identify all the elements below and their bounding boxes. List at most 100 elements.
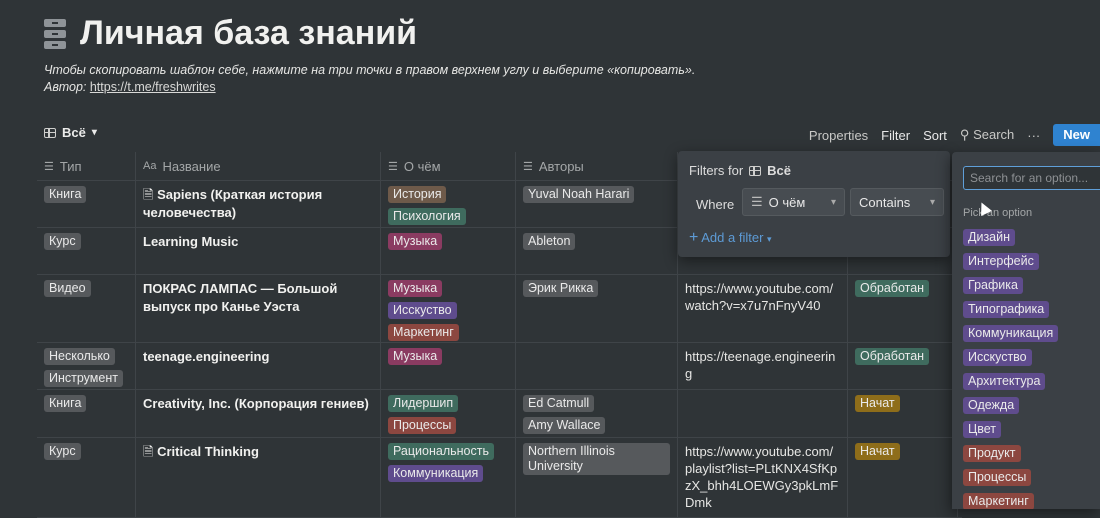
- properties-button[interactable]: Properties: [809, 128, 868, 143]
- document-icon: 🗎: [143, 187, 158, 202]
- option-item[interactable]: Графика: [963, 276, 1058, 300]
- status-cell[interactable]: Начат: [848, 389, 958, 437]
- name-cell[interactable]: Learning Music: [136, 227, 381, 274]
- url-cell[interactable]: https://www.youtube.com/playlist?list=PL…: [678, 437, 848, 517]
- new-button[interactable]: New: [1053, 124, 1100, 146]
- option-item[interactable]: Исскуство: [963, 348, 1058, 372]
- filter-property-select[interactable]: ☰ О чём ▾: [742, 188, 845, 216]
- about-cell[interactable]: Музыка: [381, 342, 516, 389]
- type-tag: Видео: [44, 280, 91, 297]
- column-type-header[interactable]: ☰ Тип: [37, 152, 136, 180]
- about-cell[interactable]: Музыка: [381, 227, 516, 274]
- option-item[interactable]: Процессы: [963, 468, 1058, 492]
- topic-tag: Музыка: [388, 348, 443, 365]
- column-authors-header[interactable]: ☰ Авторы: [516, 152, 678, 180]
- option-tag: Дизайн: [963, 229, 1016, 246]
- type-cell[interactable]: Несколько Инструмент: [37, 342, 136, 389]
- topic-tag: Психология: [388, 208, 466, 225]
- authors-cell[interactable]: [516, 342, 678, 389]
- about-cell[interactable]: Музыка Исскуство Маркетинг: [381, 274, 516, 342]
- toolbar: Properties Filter Sort ⚲ Search ··· New: [809, 124, 1100, 146]
- type-cell[interactable]: Книга: [37, 389, 136, 437]
- name-cell[interactable]: ПОКРАС ЛАМПАС — Большой выпуск про Канье…: [136, 274, 381, 342]
- option-picker: Search for an option... Pick an option Д…: [952, 152, 1100, 509]
- view-selector[interactable]: Всё ▾: [44, 125, 97, 140]
- column-name-header[interactable]: Aa Название: [136, 152, 381, 180]
- type-cell[interactable]: Курс: [37, 227, 136, 274]
- name-cell[interactable]: Creativity, Inc. (Корпорация гениев): [136, 389, 381, 437]
- authors-cell[interactable]: Эрик Рикка: [516, 274, 678, 342]
- option-item[interactable]: Дизайн: [963, 228, 1058, 252]
- option-tag: Маркетинг: [963, 493, 1034, 509]
- row-title[interactable]: ПОКРАС ЛАМПАС — Большой выпуск про Канье…: [143, 280, 373, 316]
- about-cell[interactable]: История Психология: [381, 180, 516, 227]
- option-tag: Архитектура: [963, 373, 1046, 390]
- name-cell[interactable]: 🗎 Critical Thinking: [136, 437, 381, 517]
- topic-tag: Музыка: [388, 233, 443, 250]
- option-search-input[interactable]: Search for an option...: [963, 166, 1100, 190]
- url-link[interactable]: https://www.youtube.com/watch?v=x7u7nFny…: [685, 280, 840, 314]
- list-icon: ☰: [523, 160, 533, 173]
- row-title[interactable]: 🗎 Sapiens (Краткая история человечества): [143, 186, 373, 222]
- table-row[interactable]: Книга Creativity, Inc. (Корпорация гениев…: [37, 389, 962, 438]
- status-cell[interactable]: Обработан: [848, 274, 958, 342]
- topic-tag: Коммуникация: [388, 465, 484, 482]
- name-cell[interactable]: teenage.engineering: [136, 342, 381, 389]
- url-cell[interactable]: [678, 389, 848, 437]
- url-link[interactable]: https://www.youtube.com/playlist?list=PL…: [685, 443, 840, 511]
- author-tag: Amy Wallace: [523, 417, 606, 434]
- authors-cell[interactable]: Ed Catmull Amy Wallace: [516, 389, 678, 437]
- option-item[interactable]: Архитектура: [963, 372, 1058, 396]
- row-title[interactable]: teenage.engineering: [143, 348, 373, 366]
- add-filter-button[interactable]: + Add a filter ▾: [689, 229, 772, 247]
- option-item[interactable]: Цвет: [963, 420, 1058, 444]
- search-button[interactable]: ⚲ Search: [960, 127, 1014, 143]
- url-link[interactable]: https://teenage.engineering: [685, 348, 840, 382]
- more-button[interactable]: ···: [1027, 128, 1040, 143]
- table-row[interactable]: Видео ПОКРАС ЛАМПАС — Большой выпуск про …: [37, 274, 962, 343]
- authors-cell[interactable]: Yuval Noah Harari: [516, 180, 678, 227]
- row-title[interactable]: Learning Music: [143, 233, 373, 251]
- url-cell[interactable]: https://www.youtube.com/watch?v=x7u7nFny…: [678, 274, 848, 342]
- status-cell[interactable]: Начат: [848, 437, 958, 517]
- option-tag: Процессы: [963, 469, 1032, 486]
- status-badge: Начат: [855, 443, 900, 460]
- option-item[interactable]: Продукт: [963, 444, 1058, 468]
- authors-cell[interactable]: Ableton: [516, 227, 678, 274]
- sort-button[interactable]: Sort: [923, 128, 947, 143]
- type-tag: Инструмент: [44, 370, 123, 387]
- option-item[interactable]: Маркетинг: [963, 492, 1058, 509]
- option-item[interactable]: Одежда: [963, 396, 1058, 420]
- option-tag: Исскуство: [963, 349, 1032, 366]
- filter-operator-value: Contains: [859, 194, 911, 210]
- name-cell[interactable]: 🗎 Sapiens (Краткая история человечества): [136, 180, 381, 227]
- chevron-down-icon: ▾: [830, 196, 836, 208]
- column-about-header[interactable]: ☰ О чём: [381, 152, 516, 180]
- url-cell[interactable]: https://teenage.engineering: [678, 342, 848, 389]
- page-title[interactable]: Личная база знаний: [80, 14, 417, 53]
- type-cell[interactable]: Книга: [37, 180, 136, 227]
- table-row[interactable]: Несколько Инструмент teenage.engineering Му…: [37, 342, 962, 390]
- type-cell[interactable]: Видео: [37, 274, 136, 342]
- author-link[interactable]: https://t.me/freshwrites: [90, 80, 216, 94]
- type-tag: Несколько: [44, 348, 115, 365]
- about-cell[interactable]: Лидершип Процессы: [381, 389, 516, 437]
- table-row[interactable]: Курс 🗎 Critical Thinking Рациональность Ком…: [37, 437, 962, 518]
- row-title[interactable]: 🗎 Critical Thinking: [143, 443, 373, 461]
- option-item[interactable]: Коммуникация: [963, 324, 1059, 348]
- option-tag: Типографика: [963, 301, 1050, 318]
- option-item[interactable]: Типографика: [963, 300, 1058, 324]
- topic-tag: Рациональность: [388, 443, 494, 460]
- view-name: Всё: [62, 125, 86, 140]
- filter-operator-select[interactable]: Contains ▾: [850, 188, 944, 216]
- authors-cell[interactable]: Northern Illinois University: [516, 437, 678, 517]
- row-title[interactable]: Creativity, Inc. (Корпорация гениев): [143, 395, 373, 413]
- author-tag: Northern Illinois University: [523, 443, 670, 475]
- about-cell[interactable]: Рациональность Коммуникация: [381, 437, 516, 517]
- filter-button[interactable]: Filter: [881, 128, 910, 143]
- option-item[interactable]: Интерфейс: [963, 252, 1058, 276]
- type-cell[interactable]: Курс: [37, 437, 136, 517]
- topic-tag: Музыка: [388, 280, 443, 297]
- status-cell[interactable]: Обработан: [848, 342, 958, 389]
- row-title-text: Learning Music: [143, 234, 239, 249]
